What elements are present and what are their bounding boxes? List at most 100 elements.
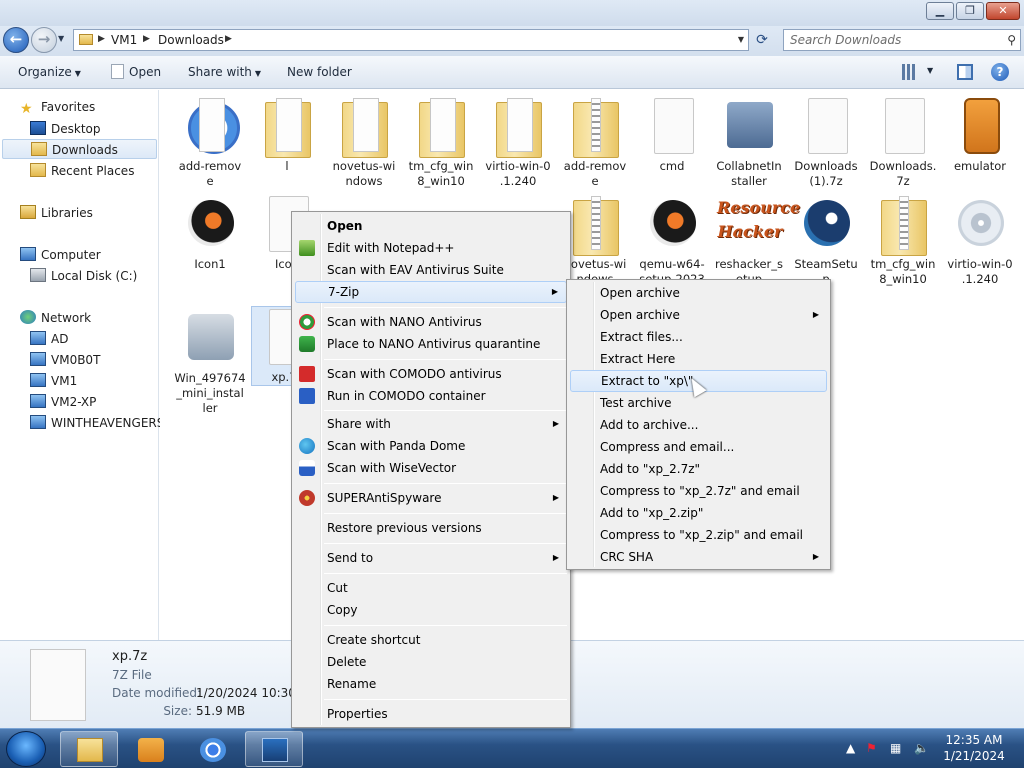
file-item[interactable]: novetus-windows	[328, 96, 400, 189]
menu-item-restore-previous[interactable]: Restore previous versions	[295, 517, 567, 539]
sidebar-item-vm0b0t[interactable]: VM0B0T	[30, 352, 100, 367]
menu-item-add-to-7z[interactable]: Add to "xp_2.7z"	[570, 458, 827, 480]
sidebar-item-libraries[interactable]: Libraries	[20, 205, 93, 220]
menu-item-create-shortcut[interactable]: Create shortcut	[295, 629, 567, 651]
menu-item-rename[interactable]: Rename	[295, 673, 567, 695]
menu-item-extract-here[interactable]: Extract Here	[570, 348, 827, 370]
breadcrumb-downloads[interactable]: Downloads	[158, 33, 224, 47]
menu-item-nano-quarantine[interactable]: Place to NANO Antivirus quarantine	[295, 333, 567, 355]
share-with-button[interactable]: Share with ▼	[188, 65, 261, 79]
submenu-arrow-icon: ▶	[552, 493, 559, 502]
menu-item-copy[interactable]: Copy	[295, 599, 567, 621]
file-item[interactable]: CollabnetIn staller	[713, 96, 785, 189]
breadcrumb-chevron-icon[interactable]: ▶	[143, 34, 150, 44]
menu-item-open-archive[interactable]: Open archive	[570, 282, 827, 304]
taskbar-app[interactable]	[245, 731, 303, 767]
change-view-icon[interactable]	[902, 64, 916, 80]
open-button[interactable]: Open	[129, 65, 161, 79]
address-dropdown-icon[interactable]: ▼	[738, 35, 744, 44]
menu-item-cut[interactable]: Cut	[295, 577, 567, 599]
sidebar-item-vm1[interactable]: VM1	[30, 373, 77, 388]
menu-item-7zip[interactable]: 7-Zip ▶	[295, 281, 567, 303]
address-bar[interactable]: ▶ VM1 ▶ Downloads ▶ ▼	[73, 29, 749, 51]
sidebar-item-network[interactable]: Network	[20, 310, 91, 325]
clock[interactable]: 12:35 AM 1/21/2024	[934, 732, 1014, 764]
maximize-button[interactable]: ❐	[956, 2, 984, 20]
menu-item-extract-files[interactable]: Extract files...	[570, 326, 827, 348]
menu-item-scan-comodo[interactable]: Scan with COMODO antivirus	[295, 363, 567, 385]
recent-pages-dropdown-icon[interactable]: ▼	[58, 34, 64, 43]
file-item[interactable]: Icon1	[174, 194, 246, 272]
file-item[interactable]: Downloads. 7z	[867, 96, 939, 189]
menu-item-scan-nano[interactable]: Scan with NANO Antivirus	[295, 311, 567, 333]
taskbar-browser[interactable]	[183, 731, 241, 767]
new-folder-button[interactable]: New folder	[287, 65, 352, 79]
network-status-icon[interactable]: ▦	[890, 741, 901, 755]
search-icon[interactable]: ⚲	[1007, 33, 1016, 47]
search-input[interactable]: Search Downloads ⚲	[783, 29, 1021, 51]
menu-item-scan-panda[interactable]: Scan with Panda Dome	[295, 435, 567, 457]
menu-item-delete[interactable]: Delete	[295, 651, 567, 673]
file-item[interactable]: tm_cfg_win 8_win10	[867, 194, 939, 287]
file-item[interactable]: add-remov e	[174, 96, 246, 189]
show-hidden-icons-icon[interactable]: ▲	[846, 741, 855, 755]
sidebar-item-computer[interactable]: Computer	[20, 247, 101, 262]
preview-pane-icon[interactable]	[957, 64, 973, 80]
file-item[interactable]: Resource Hackerreshacker_setup	[713, 194, 800, 287]
file-item[interactable]: Win_497674 _mini_instal ler	[174, 308, 246, 416]
menu-item-scan-wisevector[interactable]: Scan with WiseVector	[295, 457, 567, 479]
file-item[interactable]: emulator	[944, 96, 1016, 174]
taskbar-explorer[interactable]	[60, 731, 118, 767]
menu-item-crc-sha[interactable]: CRC SHA ▶	[570, 546, 827, 568]
file-item[interactable]: virtio-win-0.1.240	[482, 96, 554, 189]
menu-item-edit-notepadpp[interactable]: Edit with Notepad++	[295, 237, 567, 259]
menu-item-share-with[interactable]: Share with ▶	[295, 413, 567, 435]
file-item[interactable]: qemu-w64-setup-2023	[636, 194, 708, 287]
file-item[interactable]: l	[251, 96, 323, 174]
breadcrumb-vm1[interactable]: VM1	[111, 33, 137, 47]
taskbar-media-player[interactable]	[121, 731, 179, 767]
sidebar-item-favorites[interactable]: ★ Favorites	[20, 100, 95, 117]
sidebar-item-ad[interactable]: AD	[30, 331, 68, 346]
file-item[interactable]: tm_cfg_win 8_win10	[405, 96, 477, 189]
breadcrumb-chevron-icon[interactable]: ▶	[98, 34, 105, 44]
menu-item-compress-7z-email[interactable]: Compress to "xp_2.7z" and email	[570, 480, 827, 502]
sidebar-item-downloads[interactable]: Downloads	[2, 139, 157, 159]
file-name: add-remov e	[563, 159, 627, 188]
file-item[interactable]: SteamSetup	[790, 194, 862, 287]
minimize-button[interactable]: ▁	[926, 2, 954, 20]
menu-item-compress-email[interactable]: Compress and email...	[570, 436, 827, 458]
file-item[interactable]: cmd	[636, 96, 708, 174]
sidebar-item-desktop[interactable]: Desktop	[30, 121, 101, 136]
refresh-icon[interactable]: ⟳	[752, 30, 772, 50]
menu-item-scan-eav[interactable]: Scan with EAV Antivirus Suite	[295, 259, 567, 281]
sidebar-item-wintheavengers[interactable]: WINTHEAVENGERS	[30, 415, 164, 430]
menu-item-properties[interactable]: Properties	[295, 703, 567, 725]
menu-item-add-to-zip[interactable]: Add to "xp_2.zip"	[570, 502, 827, 524]
menu-item-open[interactable]: Open	[295, 215, 567, 237]
organize-button[interactable]: Organize ▼	[18, 65, 81, 79]
sidebar-item-vm2-xp[interactable]: VM2-XP	[30, 394, 96, 409]
file-item[interactable]: Downloads (1).7z	[790, 96, 862, 189]
menu-item-send-to[interactable]: Send to ▶	[295, 547, 567, 569]
file-item[interactable]: virtio-win-0.1.240	[944, 194, 1016, 287]
menu-item-add-to-archive[interactable]: Add to archive...	[570, 414, 827, 436]
sidebar-item-recent-places[interactable]: Recent Places	[30, 163, 134, 178]
view-dropdown-icon[interactable]: ▼	[927, 66, 933, 75]
start-button[interactable]	[6, 731, 46, 767]
menu-item-open-archive-submenu[interactable]: Open archive ▶	[570, 304, 827, 326]
menu-item-test-archive[interactable]: Test archive	[570, 392, 827, 414]
reshacker-icon: Resource Hacker	[717, 194, 800, 256]
back-button[interactable]: ←	[3, 27, 29, 53]
menu-item-compress-zip-email[interactable]: Compress to "xp_2.zip" and email	[570, 524, 827, 546]
sidebar-item-local-disk[interactable]: Local Disk (C:)	[30, 268, 137, 283]
file-item[interactable]: add-remov e	[559, 96, 631, 189]
forward-button[interactable]: →	[31, 27, 57, 53]
volume-muted-icon[interactable]: 🔈	[914, 741, 929, 755]
breadcrumb-chevron-icon[interactable]: ▶	[225, 34, 232, 44]
menu-item-superantispyware[interactable]: SUPERAntiSpyware ▶	[295, 487, 567, 509]
menu-item-comodo-container[interactable]: Run in COMODO container	[295, 385, 567, 407]
action-center-flag-icon[interactable]: ⚑	[866, 741, 877, 755]
help-icon[interactable]: ?	[991, 63, 1009, 81]
close-button[interactable]: ✕	[986, 2, 1020, 20]
